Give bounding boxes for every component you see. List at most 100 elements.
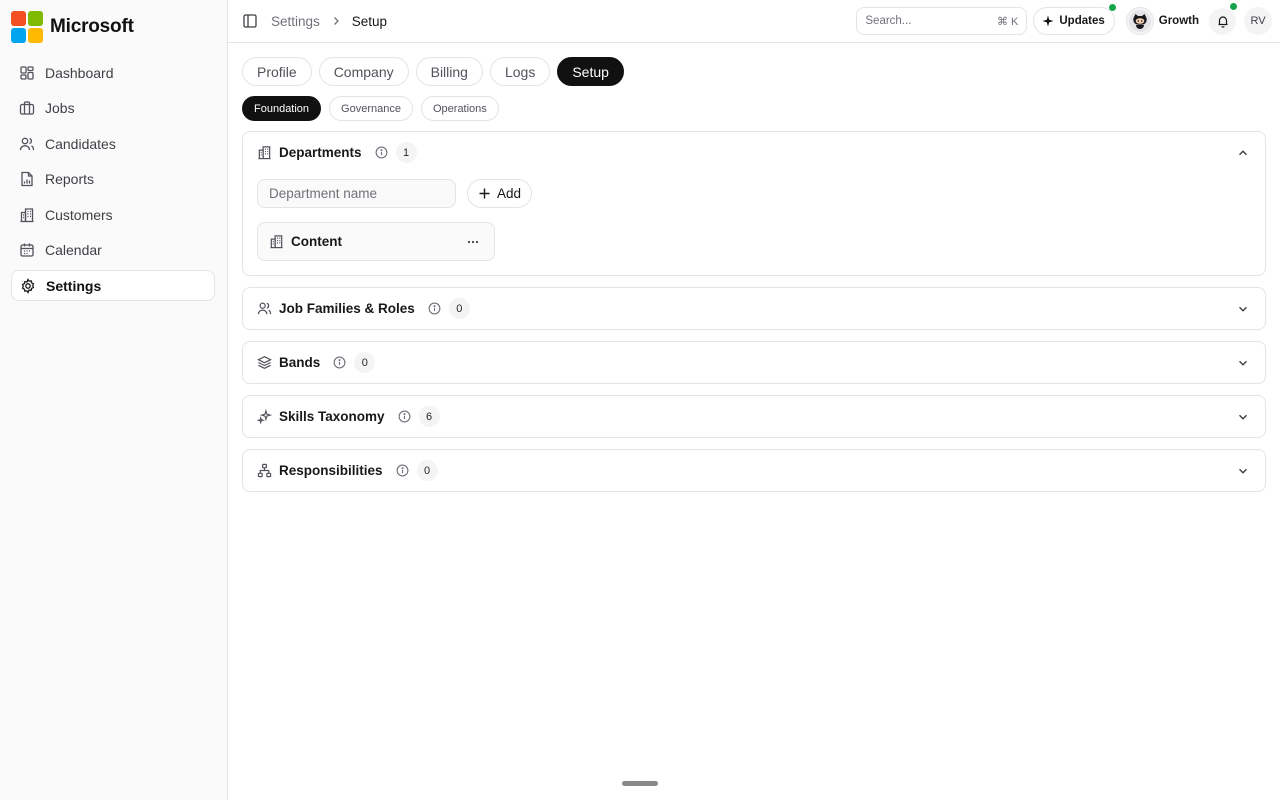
tab-billing[interactable]: Billing	[415, 57, 483, 86]
user-avatar[interactable]: RV	[1244, 7, 1272, 35]
users-icon	[19, 136, 35, 152]
workspace-label: Growth	[1158, 15, 1199, 27]
notifications-button[interactable]	[1209, 2, 1237, 35]
workspace-avatar	[1125, 7, 1154, 35]
info-icon[interactable]	[428, 302, 441, 315]
chevron-right-icon	[329, 14, 343, 28]
chevron-down-icon[interactable]	[1236, 410, 1250, 424]
search-placeholder: Search...	[865, 15, 912, 27]
search-input[interactable]: Search... ⌘ K	[856, 7, 1028, 35]
more-horizontal-icon[interactable]	[466, 235, 480, 249]
section-title: Job Families & Roles	[279, 301, 415, 316]
department-card[interactable]: Content	[257, 222, 495, 261]
info-icon[interactable]	[396, 464, 409, 477]
section-header-departments[interactable]: Departments 1	[243, 132, 1265, 173]
updates-button[interactable]: Updates	[1033, 4, 1116, 35]
sidebar-item-settings[interactable]: Settings	[11, 270, 215, 301]
sidebar-item-label: Calendar	[45, 242, 102, 258]
sidebar-item-label: Settings	[46, 277, 102, 294]
department-name-input[interactable]	[257, 179, 456, 208]
department-name: Content	[291, 234, 342, 249]
count-badge: 0	[448, 298, 470, 319]
sidebar-item-calendar[interactable]: Calendar	[11, 235, 215, 266]
section-bands: Bands 0	[242, 341, 1266, 384]
sparkle-icon	[1042, 15, 1054, 27]
breadcrumb-settings[interactable]: Settings	[271, 14, 320, 29]
chevron-down-icon[interactable]	[1236, 464, 1250, 478]
subtab-foundation[interactable]: Foundation	[242, 96, 322, 121]
tab-logs[interactable]: Logs	[489, 57, 551, 86]
sidebar-item-candidates[interactable]: Candidates	[11, 128, 215, 159]
info-icon[interactable]	[398, 410, 411, 423]
sidebar-item-reports[interactable]: Reports	[11, 164, 215, 195]
section-title: Bands	[279, 355, 321, 370]
sidebar-item-customers[interactable]: Customers	[11, 199, 215, 230]
chevron-down-icon[interactable]	[1236, 356, 1250, 370]
building-icon	[257, 145, 272, 160]
section-body-departments: Add Content	[243, 173, 1265, 275]
chevron-up-icon[interactable]	[1236, 146, 1250, 160]
count-badge: 6	[418, 406, 440, 427]
count-badge: 0	[354, 352, 376, 373]
sidebar-item-label: Customers	[45, 206, 113, 223]
section-job-families: Job Families & Roles 0	[242, 287, 1266, 330]
section-header-responsibilities[interactable]: Responsibilities 0	[243, 450, 1265, 491]
building-icon	[19, 207, 35, 223]
notifications-status-dot	[1230, 2, 1237, 10]
section-responsibilities: Responsibilities 0	[242, 449, 1266, 492]
hierarchy-icon	[257, 463, 272, 478]
breadcrumb: Settings Setup	[271, 14, 387, 29]
tab-profile[interactable]: Profile	[242, 57, 312, 86]
search-shortcut: ⌘ K	[996, 15, 1019, 28]
section-departments: Departments 1 Department name Add Conten…	[242, 131, 1266, 276]
info-icon[interactable]	[333, 356, 346, 369]
section-title: Skills Taxonomy	[279, 409, 385, 424]
dashboard-icon	[19, 65, 35, 81]
sidebar-item-label: Jobs	[45, 100, 75, 116]
subtab-operations[interactable]: Operations	[420, 96, 499, 121]
brand-name: Microsoft	[50, 15, 134, 37]
section-title: Departments	[279, 145, 362, 160]
chevron-down-icon[interactable]	[1236, 302, 1250, 316]
updates-status-dot	[1108, 4, 1116, 11]
add-label: Add	[497, 186, 522, 201]
section-header-job-families[interactable]: Job Families & Roles 0	[243, 288, 1265, 329]
microsoft-logo-icon	[11, 10, 43, 43]
setup-subtabs: Foundation Governance Operations	[242, 96, 1266, 121]
users-icon	[257, 301, 272, 316]
briefcase-icon	[19, 100, 35, 116]
subtab-governance[interactable]: Governance	[329, 96, 413, 121]
brand[interactable]: Microsoft	[11, 10, 215, 43]
sidebar-toggle-icon[interactable]	[242, 13, 258, 29]
plus-icon	[478, 187, 491, 200]
bell-icon	[1216, 14, 1230, 28]
sidebar-item-label: Reports	[45, 171, 95, 187]
settings-tabs: Profile Company Billing Logs Setup	[242, 57, 1266, 86]
count-badge: 0	[416, 460, 438, 481]
sparkles-icon	[257, 409, 272, 424]
count-badge: 1	[395, 142, 417, 163]
sidebar-item-label: Candidates	[45, 135, 116, 152]
sidebar-item-dashboard[interactable]: Dashboard	[11, 57, 215, 88]
octocat-icon	[1128, 10, 1151, 32]
tab-company[interactable]: Company	[318, 57, 409, 86]
add-department-row: Add	[257, 179, 1251, 208]
add-department-button[interactable]: Add	[467, 179, 533, 208]
main-area: Settings Setup Search... ⌘ K Updates Gro…	[228, 0, 1280, 800]
section-skills-taxonomy: Skills Taxonomy 6	[242, 395, 1266, 438]
home-indicator[interactable]	[622, 781, 658, 786]
tab-setup[interactable]: Setup	[557, 57, 624, 86]
settings-content: Profile Company Billing Logs Setup Found…	[228, 43, 1280, 503]
sidebar-item-label: Dashboard	[45, 64, 114, 81]
section-header-skills-taxonomy[interactable]: Skills Taxonomy 6	[243, 396, 1265, 437]
section-header-bands[interactable]: Bands 0	[243, 342, 1265, 383]
topbar: Settings Setup Search... ⌘ K Updates Gro…	[228, 0, 1280, 43]
workspace-switcher[interactable]: Growth	[1125, 7, 1199, 35]
section-title: Responsibilities	[279, 463, 383, 478]
sidebar-item-jobs[interactable]: Jobs	[11, 93, 215, 124]
gear-icon	[20, 277, 36, 294]
info-icon[interactable]	[375, 146, 388, 159]
building-icon	[269, 234, 284, 249]
sidebar: Microsoft Dashboard Jobs Candidates Repo…	[0, 0, 228, 800]
updates-label: Updates	[1059, 15, 1105, 27]
